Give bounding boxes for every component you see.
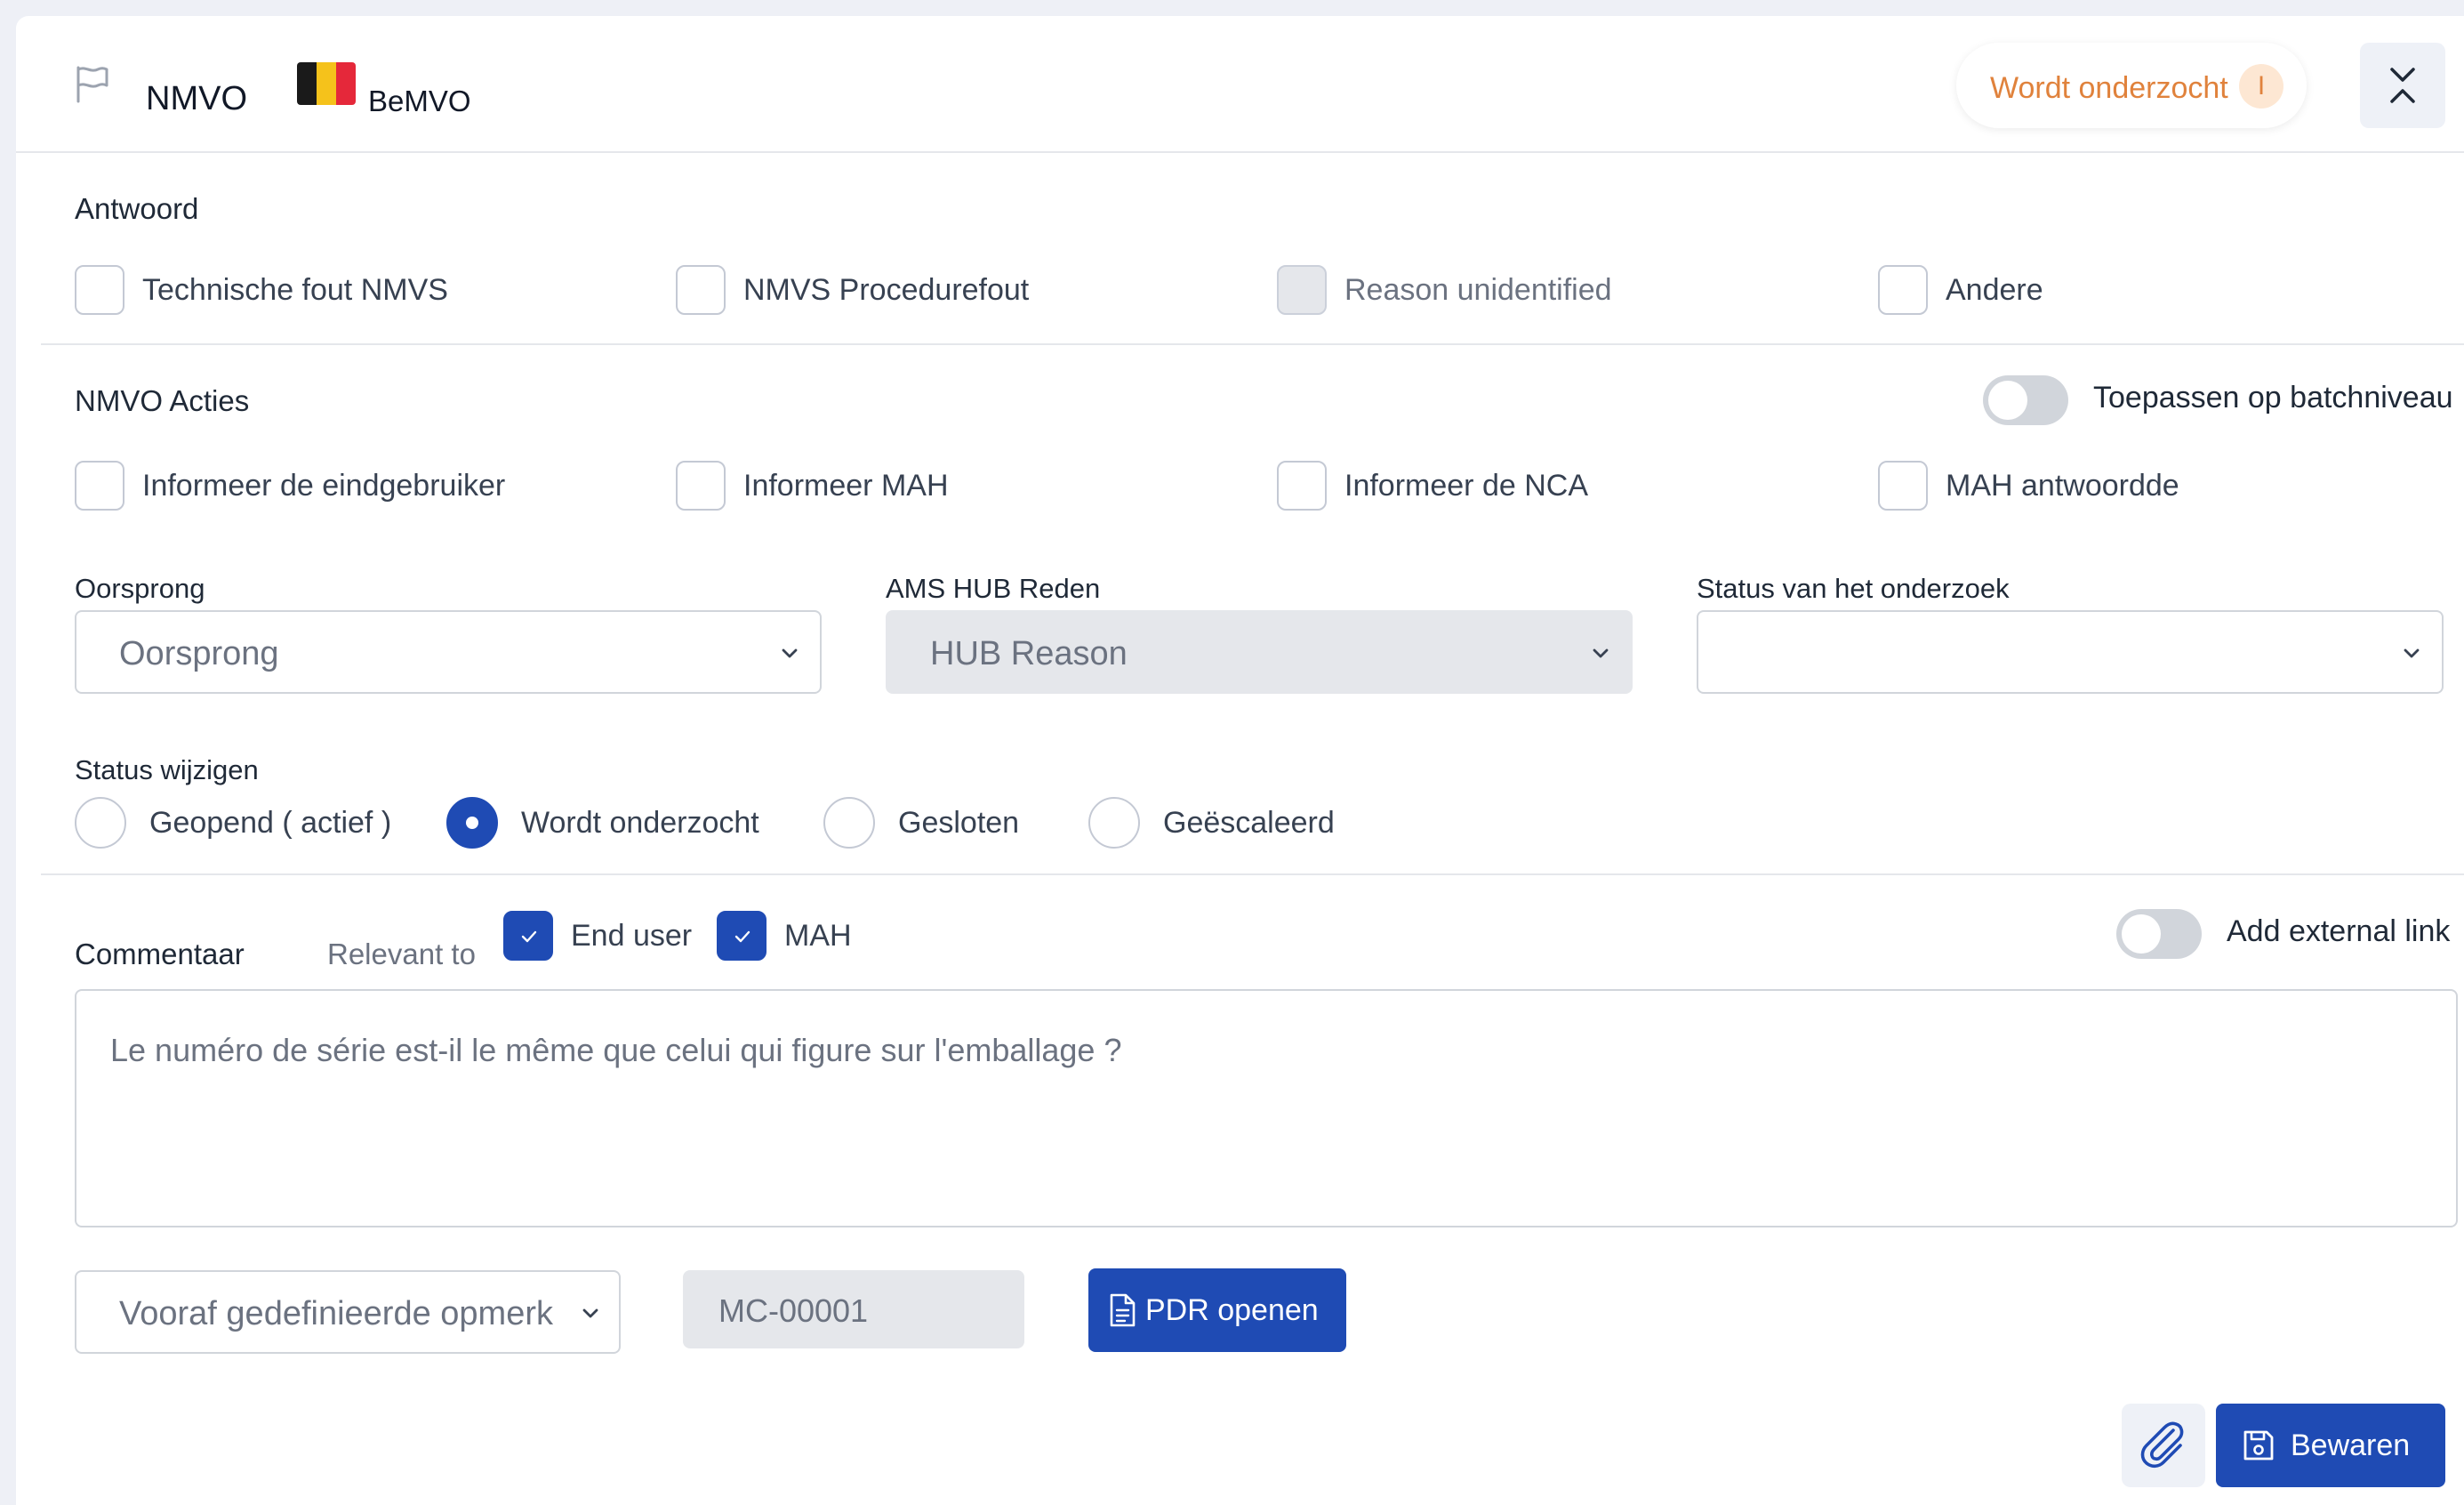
check-icon [521,930,537,943]
status-badge-indicator: I [2239,64,2283,109]
pdr-open-button[interactable]: PDR openen [1088,1268,1346,1352]
checkbox-informeer-mah[interactable]: Informeer MAH [676,461,949,511]
checkbox-box[interactable] [1878,265,1928,315]
belgium-flag-icon [297,62,356,105]
checkbox-label: MAH antwoordde [1946,468,2179,503]
radio-circle[interactable] [823,797,875,849]
radio-geopend[interactable]: Geopend ( actief ) [75,797,391,849]
paperclip-icon [2140,1421,2184,1469]
oorsprong-select[interactable]: Oorsprong [75,610,822,694]
divider [41,873,2464,875]
chevron-down-icon [1593,648,1609,658]
radio-gesloten[interactable]: Gesloten [823,797,1019,849]
collapse-button[interactable] [2360,43,2445,128]
acties-label: NMVO Acties [75,384,250,417]
antwoord-label: Antwoord [75,192,199,225]
checkbox-box[interactable] [676,461,726,511]
page-title: NMVO [146,80,247,117]
save-icon [2243,1430,2274,1461]
checkbox-box[interactable] [503,911,553,961]
pdr-open-button-label: PDR openen [1145,1292,1319,1327]
checkbox-andere[interactable]: Andere [1878,265,2043,315]
checkbox-technische-fout[interactable]: Technische fout NMVS [75,265,448,315]
hub-reden-label: AMS HUB Reden [886,573,1101,604]
checkbox-informeer-nca[interactable]: Informeer de NCA [1277,461,1588,511]
relevant-to-label: Relevant to [327,938,476,970]
checkbox-mah-antwoordde[interactable]: MAH antwoordde [1878,461,2179,511]
commentaar-label: Commentaar [75,938,245,970]
checkbox-label: Technische fout NMVS [142,272,448,307]
checkbox-label: Reason unidentified [1344,272,1612,307]
predefined-remark-select[interactable]: Vooraf gedefinieerde opmerk [75,1270,621,1354]
checkbox-end-user[interactable]: End user [503,911,692,961]
radio-wordt-onderzocht[interactable]: Wordt onderzocht [446,797,759,849]
checkbox-box[interactable] [75,461,124,511]
nmvo-card: NMVO BeMVO Wordt onderzocht I Antwoord T… [16,16,2464,1505]
radio-label: Geopend ( actief ) [149,805,392,840]
status-badge: Wordt onderzocht I [1956,43,2307,128]
oorsprong-label: Oorsprong [75,573,205,604]
attach-button[interactable] [2122,1404,2205,1487]
radio-label: Gesloten [898,805,1020,840]
radio-geescaleerd[interactable]: Geëscaleerd [1088,797,1335,849]
checkbox-reason-unidentified[interactable]: Reason unidentified [1277,265,1612,315]
checkbox-label: NMVS Procedurefout [743,272,1030,307]
hub-reden-select-value: HUB Reason [930,635,1128,672]
radio-circle[interactable] [446,797,498,849]
radio-circle[interactable] [1088,797,1140,849]
remark-code-value: MC-00001 [718,1292,869,1329]
country-label: BeMVO [368,85,471,117]
status-badge-label: Wordt onderzocht [1990,71,2228,105]
status-onderzoek-select[interactable] [1697,610,2444,694]
save-button[interactable]: Bewaren [2216,1404,2445,1487]
checkbox-informeer-eindgebruiker[interactable]: Informeer de eindgebruiker [75,461,505,511]
checkbox-box[interactable] [717,911,766,961]
comment-text: Le numéro de série est-il le même que ce… [110,1032,1122,1068]
document-icon [1110,1293,1136,1327]
oorsprong-select-value: Oorsprong [119,635,279,672]
checkbox-box[interactable] [1277,265,1327,315]
card-header: NMVO BeMVO Wordt onderzocht I [16,16,2464,153]
save-button-label: Bewaren [2291,1428,2411,1462]
radio-circle[interactable] [75,797,126,849]
checkbox-mah[interactable]: MAH [717,911,852,961]
checkbox-label: Informeer de NCA [1344,468,1588,503]
chevrons-collapse-icon [2390,68,2415,103]
predefined-remark-value: Vooraf gedefinieerde opmerk [119,1295,553,1332]
external-link-toggle[interactable] [2116,909,2202,959]
comment-textarea[interactable]: Le numéro de série est-il le même que ce… [75,989,2458,1227]
radio-label: Wordt onderzocht [521,805,759,840]
chevron-down-icon [582,1308,598,1318]
checkbox-box[interactable] [1878,461,1928,511]
check-icon [734,930,750,943]
hub-reden-select[interactable]: HUB Reason [886,610,1633,694]
checkbox-box[interactable] [75,265,124,315]
batch-level-toggle[interactable] [1983,375,2068,425]
batch-level-toggle-label: Toepassen op batchniveau [2093,381,2453,414]
checkbox-box[interactable] [1277,461,1327,511]
remark-code-field: MC-00001 [683,1270,1024,1348]
radio-label: Geëscaleerd [1163,805,1335,840]
divider [41,343,2464,345]
checkbox-label: End user [571,918,693,953]
checkbox-box[interactable] [676,265,726,315]
status-onderzoek-label: Status van het onderzoek [1697,573,2010,604]
external-link-toggle-label: Add external link [2227,914,2451,948]
flag-outline-icon [76,66,108,103]
checkbox-label: Informeer MAH [743,468,949,503]
checkbox-label: Informeer de eindgebruiker [142,468,506,503]
checkbox-procedurefout[interactable]: NMVS Procedurefout [676,265,1029,315]
chevron-down-icon [782,648,798,658]
checkbox-label: MAH [784,918,852,953]
checkbox-label: Andere [1946,272,2043,307]
chevron-down-icon [2404,648,2420,658]
status-wijzigen-label: Status wijzigen [75,754,259,785]
